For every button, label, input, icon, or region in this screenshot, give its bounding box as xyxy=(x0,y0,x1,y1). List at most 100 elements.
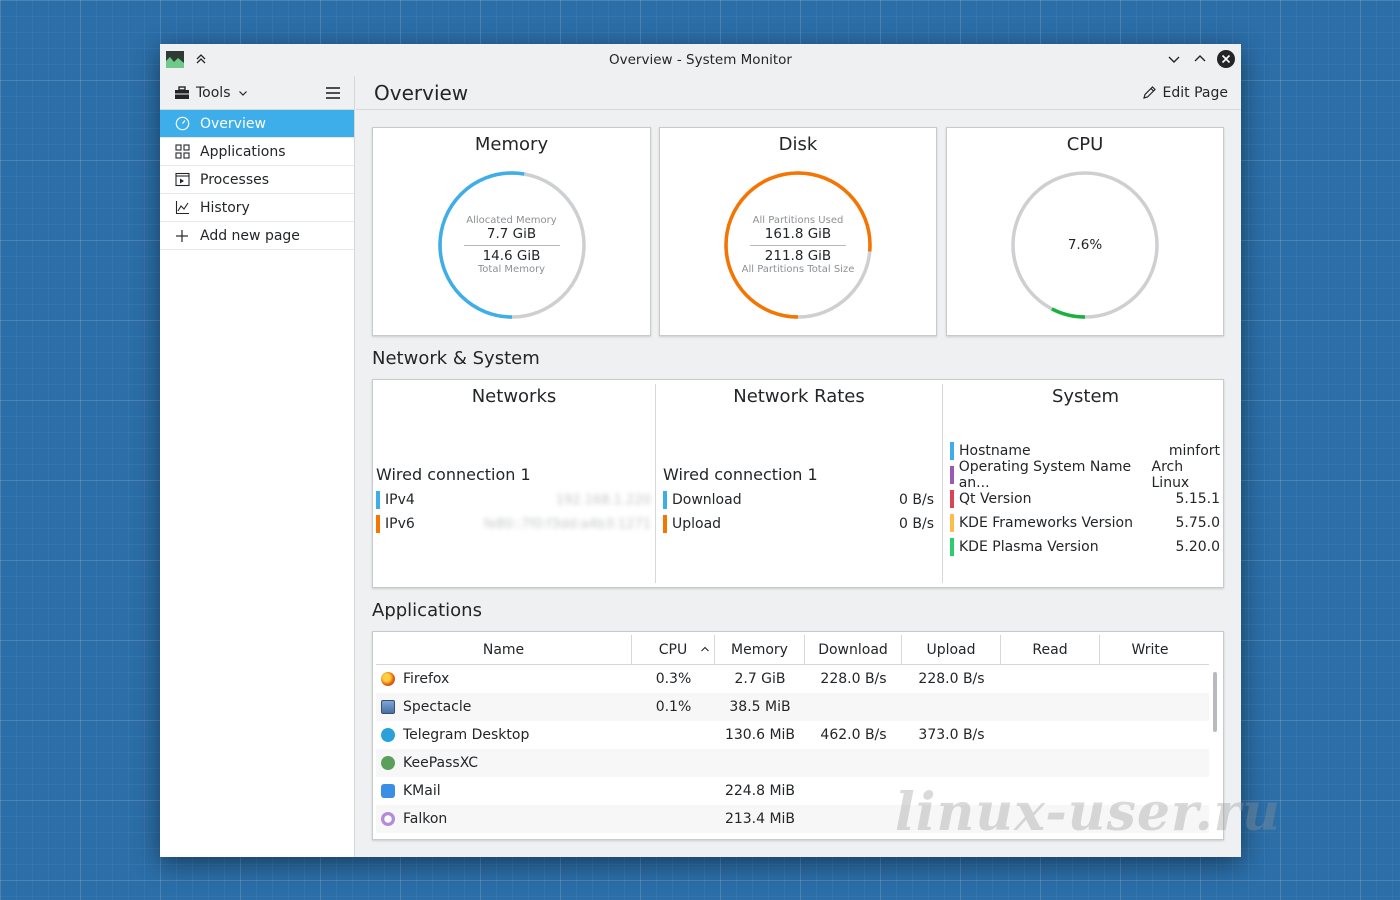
disk-bottom-label: All Partitions Total Size xyxy=(741,264,855,275)
os-name-label: Operating System Name an... xyxy=(958,459,1132,491)
hostname-row: Hostname minfort xyxy=(950,441,1220,461)
speedometer-icon xyxy=(174,116,190,132)
network-system-card: Networks Wired connection 1 IPv4 192.168… xyxy=(372,379,1224,588)
disk-card: Disk All Partitions Used 161.8 GiB 211.8… xyxy=(659,127,937,336)
table-header: Name CPU Memory Download Upload Read Wri… xyxy=(376,635,1209,665)
keep-above-icon[interactable] xyxy=(192,50,210,68)
memory-top-label: Allocated Memory xyxy=(466,215,557,226)
close-button[interactable] xyxy=(1217,50,1235,68)
app-upload: 373.0 B/s xyxy=(918,727,985,743)
sidebar-item-label: Applications xyxy=(200,143,286,160)
os-name-color-bar xyxy=(950,466,954,484)
watermark: linux-user.ru xyxy=(895,782,1281,843)
kde-frameworks-value: 5.75.0 xyxy=(1175,515,1220,531)
app-name: Falkon xyxy=(403,811,448,827)
ipv6-row: IPv6 fe80::7f0:f3dd:a4b3:1271 xyxy=(376,514,651,534)
kde-frameworks-color-bar xyxy=(950,514,954,532)
minimize-button[interactable] xyxy=(1165,50,1183,68)
kmail-icon xyxy=(381,784,395,798)
ipv6-color-bar xyxy=(376,515,380,533)
sidebar-item-history[interactable]: History xyxy=(160,194,354,222)
memory-card: Memory Allocated Memory 7.7 GiB 14.6 GiB… xyxy=(372,127,651,336)
column-header-download[interactable]: Download xyxy=(805,635,902,664)
app-upload: 228.0 B/s xyxy=(918,671,985,687)
plus-icon xyxy=(174,228,190,244)
disk-separator xyxy=(750,245,846,246)
ipv6-value: fe80::7f0:f3dd:a4b3:1271 xyxy=(483,516,651,532)
column-header-upload[interactable]: Upload xyxy=(902,635,1001,664)
terminal-window-icon xyxy=(174,172,190,188)
app-cpu: 0.3% xyxy=(655,671,692,687)
table-row[interactable]: Firefox 0.3% 2.7 GiB 228.0 B/s 228.0 B/s xyxy=(376,665,1209,693)
kde-plasma-label: KDE Plasma Version xyxy=(959,539,1099,555)
hostname-label: Hostname xyxy=(959,443,1031,459)
kde-plasma-row: KDE Plasma Version 5.20.0 xyxy=(950,537,1220,557)
sidebar-item-label: History xyxy=(200,199,250,216)
qt-version-label: Qt Version xyxy=(959,491,1032,507)
networks-column: Networks Wired connection 1 IPv4 192.168… xyxy=(373,380,655,587)
edit-page-button[interactable]: Edit Page xyxy=(1142,85,1228,101)
app-memory: 130.6 MiB xyxy=(724,727,796,743)
table-row[interactable]: Telegram Desktop 130.6 MiB 462.0 B/s 373… xyxy=(376,721,1209,749)
table-row[interactable]: Spectacle 0.1% 38.5 MiB xyxy=(376,693,1209,721)
app-memory: 38.5 MiB xyxy=(729,699,791,715)
column-header-name[interactable]: Name xyxy=(376,635,632,664)
column-header-memory[interactable]: Memory xyxy=(715,635,805,664)
disk-title: Disk xyxy=(778,134,818,155)
cpu-value: 7.6% xyxy=(1067,237,1103,253)
telegram-icon xyxy=(381,728,395,742)
network-rates-title: Network Rates xyxy=(733,386,865,407)
column-header-cpu[interactable]: CPU xyxy=(632,635,715,664)
ipv4-color-bar xyxy=(376,491,380,509)
upload-color-bar xyxy=(663,515,667,533)
system-monitor-app-icon xyxy=(166,51,184,68)
scrollbar-thumb[interactable] xyxy=(1213,672,1217,732)
hostname-color-bar xyxy=(950,442,954,460)
sidebar-item-add-new-page[interactable]: Add new page xyxy=(160,222,354,250)
upload-rate-value: 0 B/s xyxy=(899,516,934,532)
page-header: Overview Edit Page xyxy=(356,76,1241,110)
hostname-value: minfort xyxy=(1168,443,1220,459)
memory-gauge: Allocated Memory 7.7 GiB 14.6 GiB Total … xyxy=(435,168,589,322)
grid-icon xyxy=(174,144,190,160)
app-download: 228.0 B/s xyxy=(820,671,887,687)
app-memory: 224.8 MiB xyxy=(724,783,796,799)
sidebar-item-label: Overview xyxy=(200,115,266,132)
sidebar: Tools Overview Applications Processes Hi… xyxy=(160,76,355,857)
hamburger-menu-icon[interactable] xyxy=(324,84,342,102)
app-name: Firefox xyxy=(403,671,450,687)
memory-total-value: 14.6 GiB xyxy=(482,248,541,264)
sidebar-item-processes[interactable]: Processes xyxy=(160,166,354,194)
edit-page-label: Edit Page xyxy=(1162,84,1228,101)
tools-menu-button[interactable]: Tools xyxy=(174,85,249,101)
maximize-button[interactable] xyxy=(1191,50,1209,68)
page-title: Overview xyxy=(374,80,469,105)
table-row[interactable]: KeePassXC xyxy=(376,749,1209,777)
column-header-read[interactable]: Read xyxy=(1001,635,1100,664)
sidebar-item-applications[interactable]: Applications xyxy=(160,138,354,166)
column-divider xyxy=(655,384,656,583)
networks-title: Networks xyxy=(471,386,557,407)
qt-version-color-bar xyxy=(950,490,954,508)
app-name: Spectacle xyxy=(403,699,472,715)
ipv4-label: IPv4 xyxy=(385,492,415,508)
title-bar[interactable]: Overview - System Monitor xyxy=(160,44,1241,76)
disk-gauge: All Partitions Used 161.8 GiB 211.8 GiB … xyxy=(721,168,875,322)
qt-version-row: Qt Version 5.15.1 xyxy=(950,489,1220,509)
column-header-write[interactable]: Write xyxy=(1100,635,1200,664)
sidebar-item-overview[interactable]: Overview xyxy=(160,110,354,138)
column-divider xyxy=(942,384,943,583)
app-cpu: 0.1% xyxy=(655,699,692,715)
upload-label: Upload xyxy=(672,516,722,532)
download-color-bar xyxy=(663,491,667,509)
ipv4-row: IPv4 192.168.1.220 xyxy=(376,490,651,510)
ipv4-value: 192.168.1.220 xyxy=(555,492,651,508)
memory-bottom-label: Total Memory xyxy=(477,264,546,275)
sidebar-item-label: Processes xyxy=(200,171,270,188)
ipv6-label: IPv6 xyxy=(385,516,415,532)
disk-top-label: All Partitions Used xyxy=(752,215,844,226)
kde-frameworks-label: KDE Frameworks Version xyxy=(959,515,1133,531)
keepassxc-icon xyxy=(381,756,395,770)
download-rate-value: 0 B/s xyxy=(899,492,934,508)
cpu-card: CPU 7.6% xyxy=(946,127,1224,336)
